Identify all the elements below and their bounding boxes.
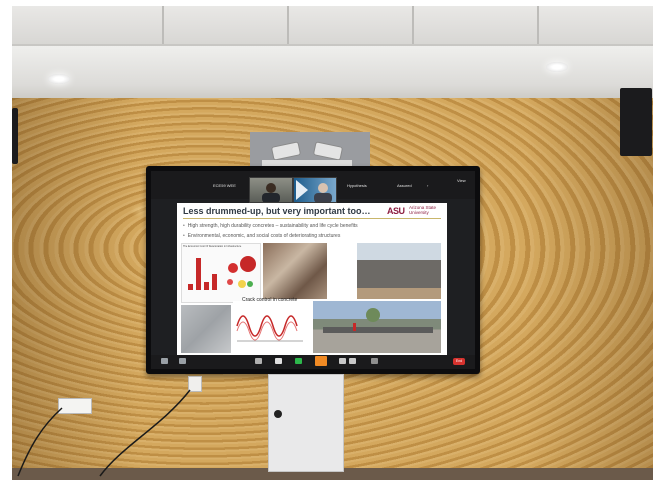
room-photo: ECE59 WEE Hypothesis Assured › View Less… bbox=[12, 6, 653, 480]
more-icon[interactable] bbox=[371, 358, 378, 364]
participants-icon[interactable] bbox=[275, 358, 282, 364]
video-call-toolbar: End bbox=[151, 355, 475, 369]
person-silhouette-icon bbox=[262, 183, 280, 202]
video-call-top-bar: ECE59 WEE Hypothesis Assured › View bbox=[151, 171, 475, 203]
chevron-right-icon[interactable]: › bbox=[427, 183, 428, 188]
mute-icon[interactable] bbox=[161, 358, 168, 364]
asu-logo: ASU bbox=[387, 206, 405, 216]
road-construction-photo bbox=[313, 301, 441, 353]
wall-switch bbox=[188, 376, 202, 392]
slide-bullet-2: Environmental, economic, and social cost… bbox=[183, 233, 341, 239]
asu-logo-name: Arizona State University bbox=[409, 205, 437, 215]
chat-icon[interactable] bbox=[295, 358, 302, 364]
crack-label: Crack control in concrete bbox=[242, 297, 298, 303]
participant-video-2[interactable] bbox=[293, 177, 337, 203]
rebar-structure-photo bbox=[263, 243, 327, 299]
ceiling-light-left bbox=[48, 74, 70, 84]
cost-bar-chart bbox=[188, 256, 256, 290]
ceiling-light-right bbox=[546, 62, 568, 72]
right-label-1: Hypothesis bbox=[347, 183, 367, 188]
ceiling bbox=[12, 6, 653, 46]
record-icon[interactable] bbox=[339, 358, 346, 364]
wall-monitor: ECE59 WEE Hypothesis Assured › View Less… bbox=[146, 166, 480, 374]
sine-wave-plot bbox=[236, 315, 303, 342]
reactions-icon[interactable] bbox=[349, 358, 356, 364]
right-label-2: Assured bbox=[397, 183, 412, 188]
power-socket bbox=[58, 398, 92, 414]
end-call-button[interactable]: End bbox=[453, 358, 465, 365]
monitor-screen: ECE59 WEE Hypothesis Assured › View Less… bbox=[151, 171, 475, 369]
participant-video-1[interactable] bbox=[249, 177, 293, 203]
construction-site-drawing bbox=[323, 308, 433, 333]
wall-speaker-left bbox=[12, 108, 18, 164]
wall-speaker-right bbox=[620, 88, 652, 156]
view-label[interactable]: View bbox=[457, 178, 466, 183]
share-icon[interactable] bbox=[315, 356, 327, 366]
crack-photo bbox=[181, 305, 231, 353]
slide-title: Less drummed-up, but very important too… bbox=[183, 206, 371, 216]
security-icon[interactable] bbox=[255, 358, 262, 364]
monitor-stand-cabinet bbox=[268, 374, 344, 472]
person-silhouette-icon bbox=[296, 180, 332, 202]
video-icon[interactable] bbox=[179, 358, 186, 364]
ceiling-soffit bbox=[12, 44, 653, 102]
chart-caption: The Economic Cost Of Deterioration in In… bbox=[183, 245, 242, 248]
cost-chart-panel: The Economic Cost Of Deterioration in In… bbox=[181, 243, 261, 303]
crack-control-graph bbox=[233, 301, 307, 351]
industrial-tanks-photo bbox=[357, 243, 441, 299]
meeting-label: ECE59 WEE bbox=[213, 183, 236, 188]
cabinet-lock bbox=[274, 410, 282, 418]
slide-bullet-1: High strength, high durability concretes… bbox=[183, 223, 358, 229]
shared-slide: Less drummed-up, but very important too…… bbox=[177, 203, 447, 355]
